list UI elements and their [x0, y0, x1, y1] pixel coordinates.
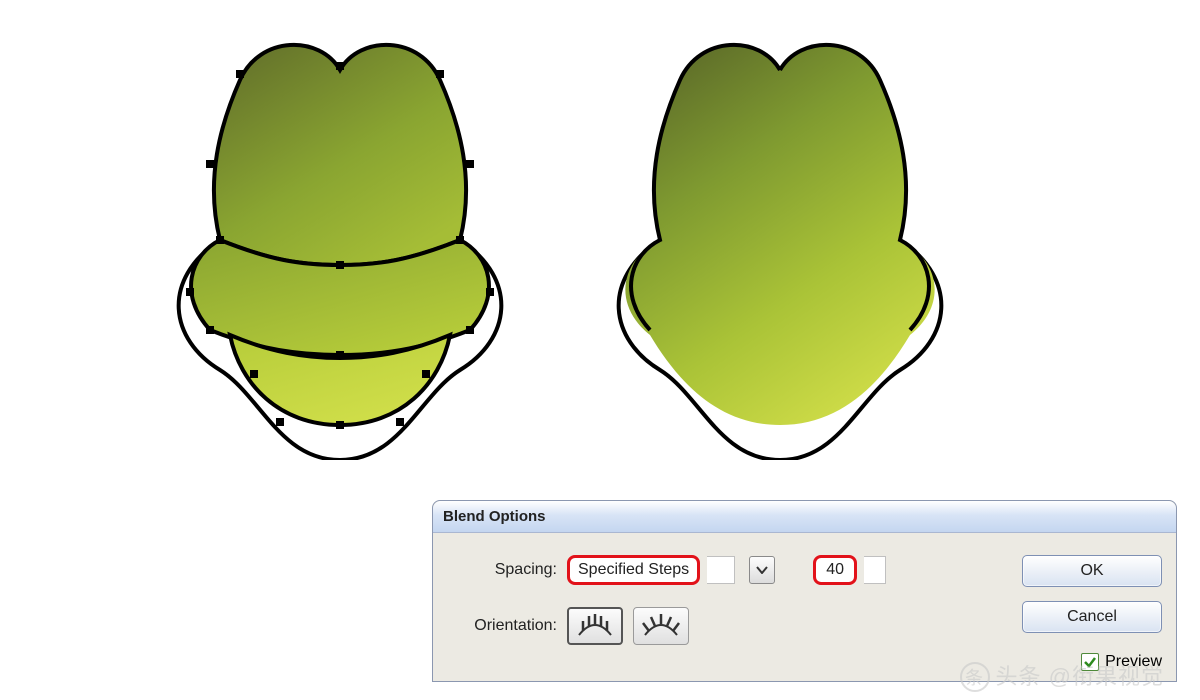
- spacing-value-highlight[interactable]: 40: [813, 555, 857, 585]
- orientation-row: Orientation:: [447, 607, 992, 645]
- spacing-row: Spacing: Specified Steps 40: [447, 555, 992, 585]
- artwork-left-selected[interactable]: [150, 30, 530, 463]
- orientation-align-path-button[interactable]: [633, 607, 689, 645]
- dialog-titlebar[interactable]: Blend Options: [433, 501, 1176, 533]
- spacing-dropdown-button[interactable]: [749, 556, 775, 584]
- checkmark-icon: [1083, 655, 1097, 669]
- artwork-right-blended[interactable]: [590, 30, 970, 463]
- cancel-button-label: Cancel: [1067, 608, 1117, 626]
- preview-row: Preview: [1081, 653, 1162, 671]
- blend-options-dialog: Blend Options Spacing: Specified Steps 4…: [432, 500, 1177, 682]
- spacing-select-highlight[interactable]: Specified Steps: [567, 555, 700, 585]
- orientation-align-page-button[interactable]: [567, 607, 623, 645]
- cancel-button[interactable]: Cancel: [1022, 601, 1162, 633]
- spacing-select-tail[interactable]: [707, 556, 735, 584]
- orient-align-path-icon: [639, 613, 683, 639]
- path-top-lobe[interactable]: [214, 45, 466, 265]
- spacing-mode-value: Specified Steps: [578, 561, 689, 579]
- ok-button[interactable]: OK: [1022, 555, 1162, 587]
- preview-checkbox[interactable]: [1081, 653, 1099, 671]
- ok-button-label: OK: [1080, 562, 1103, 580]
- preview-label: Preview: [1105, 653, 1162, 671]
- orientation-label: Orientation:: [447, 617, 557, 635]
- spacing-value: 40: [826, 561, 844, 579]
- orient-align-page-icon: [573, 613, 617, 639]
- dialog-title: Blend Options: [443, 508, 546, 525]
- spacing-value-tail[interactable]: [864, 556, 886, 584]
- chevron-down-icon: [756, 566, 768, 574]
- spacing-label: Spacing:: [447, 561, 557, 579]
